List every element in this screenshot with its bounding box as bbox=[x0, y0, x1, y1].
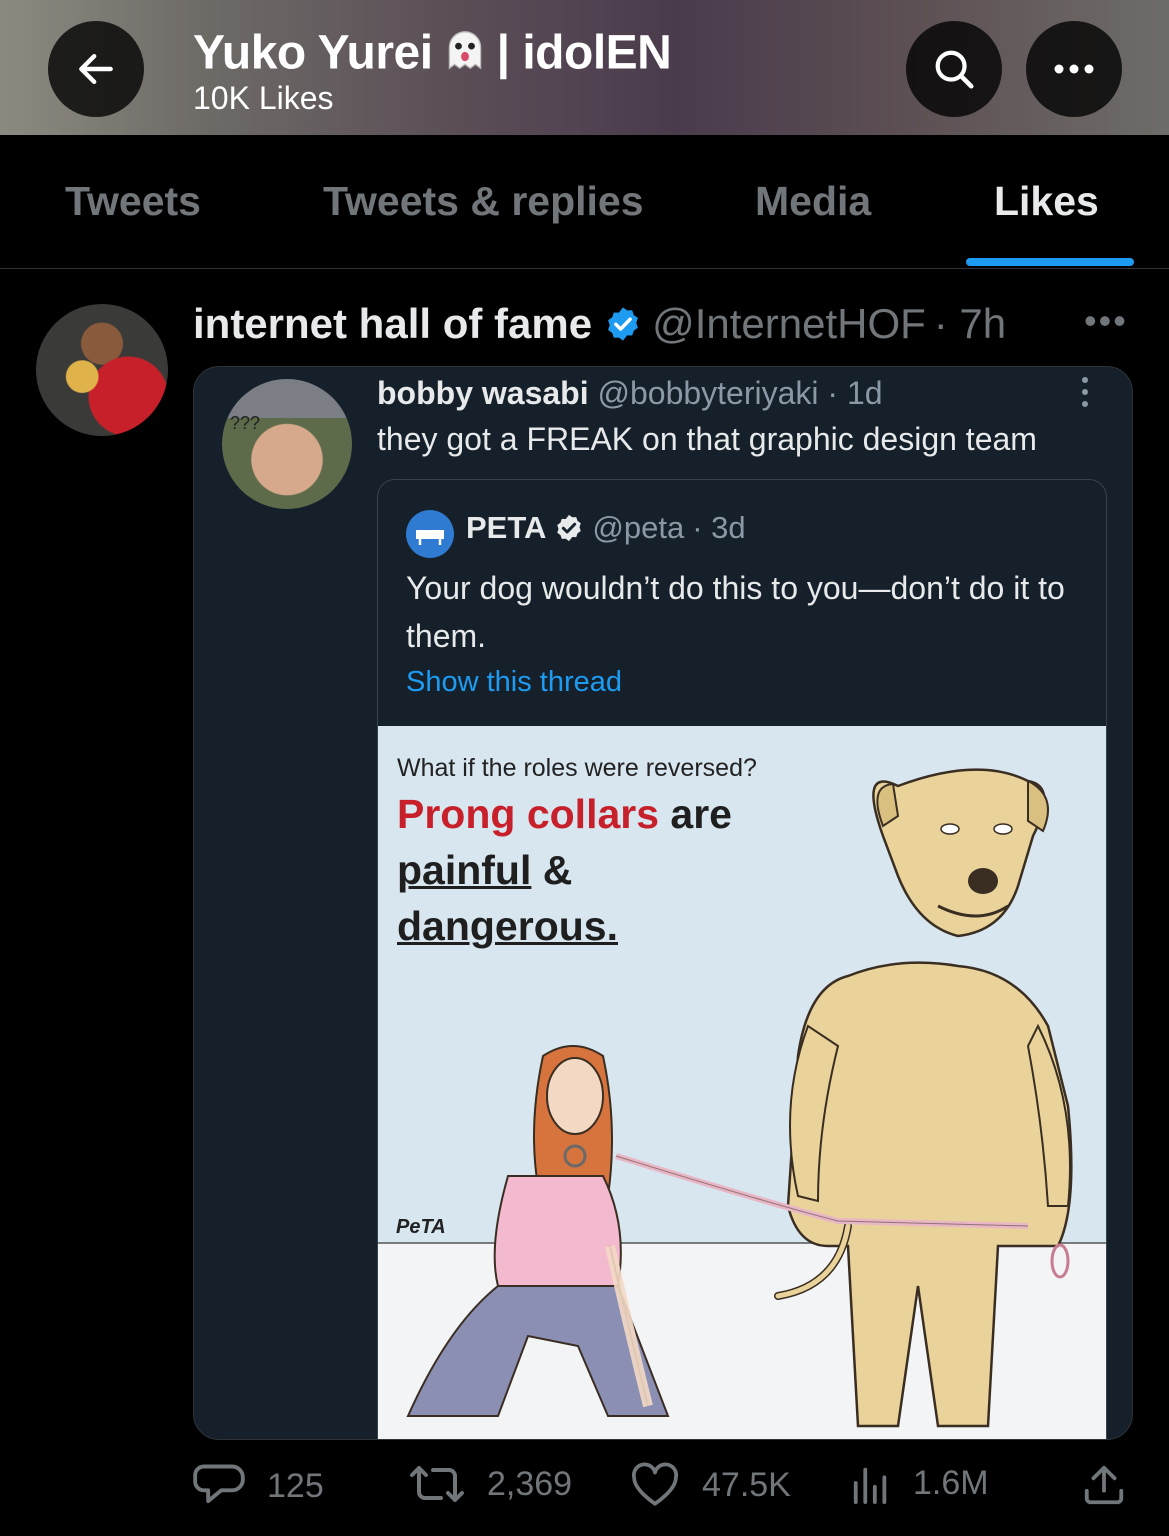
like-count: 47.5K bbox=[702, 1465, 791, 1504]
show-thread-link: Show this thread bbox=[406, 666, 623, 698]
arrow-left-icon bbox=[79, 53, 113, 85]
author-name[interactable]: internet hall of fame bbox=[193, 300, 592, 348]
tweet-header: internet hall of fame @InternetHOF · 7h bbox=[193, 300, 1006, 348]
retweet-count: 2,369 bbox=[487, 1464, 573, 1503]
verified-badge-icon bbox=[608, 307, 638, 341]
tweet-time: · 7h bbox=[933, 300, 1007, 347]
profile-header: Yuko Yurei | idolEN 10K Likes bbox=[0, 0, 1169, 135]
tab-media[interactable]: Media bbox=[755, 178, 871, 225]
views-count: 1.6M bbox=[913, 1463, 989, 1502]
tweet-actions: 125 2,369 47.5K 1.6M bbox=[193, 1462, 1143, 1522]
ad-headline-red: Prong collars bbox=[397, 791, 660, 837]
ad-headline-part2: painful bbox=[397, 847, 532, 893]
tweet-more-icon[interactable]: ••• bbox=[1084, 300, 1128, 342]
profile-title: Yuko Yurei | idolEN bbox=[193, 24, 672, 88]
retweet-icon bbox=[410, 1466, 464, 1502]
avatar[interactable] bbox=[36, 304, 168, 436]
profile-name-suffix: | idolEN bbox=[496, 26, 672, 80]
embedded-tweet-text: they got a FREAK on that graphic design … bbox=[377, 421, 1037, 457]
search-icon bbox=[935, 50, 974, 89]
quoted-tweet-header: PETA @peta · 3d bbox=[466, 510, 746, 546]
like-button[interactable]: 47.5K bbox=[630, 1462, 791, 1508]
reply-count: 125 bbox=[267, 1466, 324, 1505]
ad-illustration: What if the roles were reversed? Prong c… bbox=[378, 726, 1106, 1439]
ad-headline-part4: dangerous. bbox=[397, 903, 618, 949]
quoted-verified-icon bbox=[557, 514, 582, 542]
tab-likes[interactable]: Likes bbox=[994, 178, 1099, 225]
likes-count: 10K Likes bbox=[193, 80, 334, 116]
embedded-tweet-time: · 1d bbox=[827, 375, 883, 411]
tab-tweets-replies[interactable]: Tweets & replies bbox=[323, 178, 644, 225]
more-horizontal-icon bbox=[1054, 64, 1094, 74]
back-button[interactable] bbox=[48, 21, 144, 117]
embedded-author-name: bobby wasabi bbox=[377, 375, 589, 411]
share-button[interactable] bbox=[1081, 1462, 1149, 1508]
tab-tweets[interactable]: Tweets bbox=[65, 178, 201, 225]
retweet-button[interactable]: 2,369 bbox=[409, 1462, 572, 1506]
author-handle[interactable]: @InternetHOF bbox=[652, 300, 926, 348]
ad-question: What if the roles were reversed? bbox=[397, 754, 757, 782]
embedded-author-handle: @bobbyteriyaki bbox=[597, 375, 819, 411]
reply-button[interactable]: 125 bbox=[193, 1462, 324, 1510]
reply-icon bbox=[193, 1464, 245, 1504]
more-button[interactable] bbox=[1026, 21, 1122, 117]
profile-tabs: Tweets Tweets & replies Media Likes bbox=[0, 135, 1169, 269]
profile-name: Yuko Yurei bbox=[193, 26, 433, 80]
ad-headline-part3: & bbox=[531, 847, 573, 893]
views-button[interactable]: 1.6M bbox=[851, 1462, 989, 1504]
ad-headline: Prong collars are painful & dangerous. bbox=[397, 786, 817, 954]
ad-headline-part1: are bbox=[659, 791, 732, 837]
avatar-caption: ??? bbox=[230, 413, 261, 433]
embedded-image-card[interactable]: ??? bobby wasabi @bobbyteriyaki · 1d the… bbox=[193, 366, 1133, 1440]
ghost-icon bbox=[439, 24, 491, 88]
heart-icon bbox=[631, 1462, 679, 1506]
embedded-tweet-header: bobby wasabi @bobbyteriyaki · 1d bbox=[377, 375, 883, 412]
active-tab-indicator bbox=[966, 258, 1134, 266]
analytics-icon bbox=[853, 1467, 887, 1504]
share-icon bbox=[1084, 1465, 1124, 1505]
ad-signature: PeTA bbox=[396, 1216, 446, 1238]
quoted-tweet: PETA @peta · 3d Your dog wouldn’t do thi… bbox=[377, 479, 1107, 1439]
quoted-tweet-time: · 3d bbox=[692, 510, 746, 545]
quoted-tweet-text: Your dog wouldn’t do this to you—don’t d… bbox=[406, 570, 1065, 654]
quoted-author-name: PETA bbox=[466, 510, 547, 545]
peta-logo-icon bbox=[406, 510, 454, 558]
search-button[interactable] bbox=[906, 21, 1002, 117]
kebab-menu-icon bbox=[1082, 377, 1090, 413]
embedded-avatar: ??? bbox=[222, 379, 352, 509]
quoted-author-handle: @peta bbox=[592, 510, 685, 545]
